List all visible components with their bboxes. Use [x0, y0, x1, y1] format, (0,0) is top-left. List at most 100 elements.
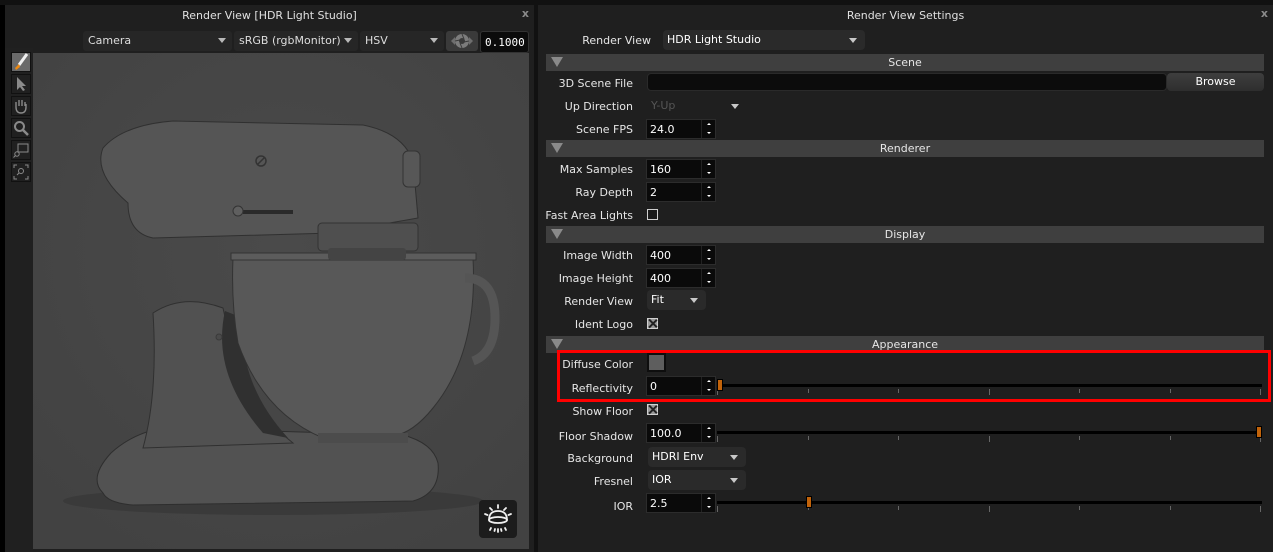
ray-depth-value: 2: [650, 186, 657, 199]
chevron-down-icon: [430, 38, 438, 43]
chevron-down-icon: [849, 38, 857, 43]
chevron-down-icon: [730, 455, 738, 460]
reflectivity-label: Reflectivity: [571, 382, 633, 395]
display-render-view-select[interactable]: Fit: [647, 290, 706, 310]
floor-shadow-value: 100.0: [650, 427, 682, 440]
ior-slider[interactable]: [717, 494, 1262, 514]
max-samples-label: Max Samples: [559, 163, 633, 176]
slider-track[interactable]: [717, 431, 1262, 434]
fresnel-select[interactable]: IOR: [648, 470, 746, 490]
spin-buttons[interactable]: [701, 377, 715, 395]
slider-tick: [1079, 389, 1080, 393]
slider-tick: [898, 436, 899, 440]
slider-tick: [1079, 506, 1080, 510]
spin-buttons[interactable]: [701, 494, 715, 512]
slider-handle[interactable]: [806, 496, 812, 508]
scene-file-input[interactable]: [647, 73, 1167, 91]
section-scene[interactable]: Scene: [546, 54, 1264, 71]
exposure-input[interactable]: 0.1000: [480, 31, 529, 53]
spin-up-icon: [707, 427, 711, 429]
spin-up-icon: [707, 272, 711, 274]
floor-shadow-slider[interactable]: [717, 424, 1262, 444]
spin-down-icon: [707, 436, 711, 438]
section-appearance[interactable]: Appearance: [546, 336, 1264, 353]
color-mode-select[interactable]: HSV: [360, 31, 444, 51]
up-direction-value: Y-Up: [651, 99, 676, 112]
pan-hand-tool[interactable]: [11, 96, 31, 116]
spin-down-icon: [707, 172, 711, 174]
render-view-select[interactable]: HDR Light Studio: [663, 30, 865, 50]
fast-area-lights-label: Fast Area Lights: [545, 209, 633, 222]
section-renderer-title: Renderer: [879, 142, 931, 155]
chevron-down-icon: [690, 298, 698, 303]
select-arrow-tool[interactable]: [11, 74, 31, 94]
ray-depth-spinbox[interactable]: 2: [646, 182, 716, 202]
floor-shadow-spinbox[interactable]: 100.0: [646, 423, 716, 443]
reflectivity-spinbox[interactable]: 0: [646, 376, 716, 396]
show-floor-label: Show Floor: [572, 405, 633, 418]
render-view-label: Render View: [582, 34, 651, 47]
close-settings-button[interactable]: x: [1261, 7, 1268, 20]
spin-buttons[interactable]: [701, 424, 715, 442]
image-height-label: Image Height: [558, 272, 633, 285]
spin-buttons[interactable]: [701, 160, 715, 178]
spin-buttons[interactable]: [701, 246, 715, 264]
diffuse-color-swatch[interactable]: [647, 353, 666, 372]
ray-depth-label: Ray Depth: [575, 186, 633, 199]
render-viewport[interactable]: [33, 53, 529, 549]
spin-up-icon: [707, 497, 711, 499]
spin-down-icon: [707, 281, 711, 283]
slider-tick: [989, 436, 990, 442]
spin-buttons[interactable]: [701, 269, 715, 287]
ident-logo-checkbox[interactable]: [647, 318, 658, 329]
spin-down-icon: [707, 506, 711, 508]
show-floor-checkbox[interactable]: [647, 404, 658, 415]
zoom-region-tool[interactable]: [11, 140, 31, 160]
background-label: Background: [567, 452, 633, 465]
max-samples-spinbox[interactable]: 160: [646, 159, 716, 179]
colorspace-select[interactable]: sRGB (rgbMonitor): [234, 31, 358, 51]
browse-button[interactable]: Browse: [1167, 73, 1264, 91]
slider-handle[interactable]: [1256, 426, 1262, 438]
slider-tick: [989, 389, 990, 395]
exposure-button[interactable]: [446, 31, 478, 51]
brush-icon: [15, 53, 29, 70]
zoom-fit-tool[interactable]: [11, 162, 31, 182]
spin-buttons[interactable]: [701, 183, 715, 201]
image-height-spinbox[interactable]: 400: [646, 268, 716, 288]
section-display-title: Display: [884, 228, 926, 241]
reflectivity-slider[interactable]: [717, 377, 1262, 397]
reflectivity-value: 0: [650, 380, 657, 393]
close-render-view-button[interactable]: x: [522, 7, 529, 20]
tool-palette: [5, 48, 33, 552]
up-direction-select[interactable]: Y-Up: [647, 96, 747, 116]
slider-tick: [808, 389, 809, 393]
scene-fps-spinbox[interactable]: 24.0: [646, 119, 716, 139]
aperture-icon: [451, 33, 473, 49]
fast-area-lights-checkbox[interactable]: [647, 209, 658, 220]
hand-icon: [15, 100, 27, 114]
zoom-tool[interactable]: [11, 118, 31, 138]
section-display[interactable]: Display: [546, 226, 1264, 243]
slider-track[interactable]: [717, 384, 1262, 387]
hdri-environment-icon: [484, 504, 512, 533]
ior-spinbox[interactable]: 2.5: [646, 493, 716, 513]
environment-light-button[interactable]: [479, 500, 517, 538]
spin-up-icon: [707, 186, 711, 188]
background-select[interactable]: HDRI Env: [648, 447, 746, 467]
slider-tick: [1260, 506, 1261, 512]
section-renderer[interactable]: Renderer: [546, 140, 1264, 157]
slider-track[interactable]: [717, 501, 1262, 504]
spin-up-icon: [707, 380, 711, 382]
spin-buttons[interactable]: [701, 120, 715, 138]
chevron-down-icon: [218, 38, 226, 43]
diffuse-color-label: Diffuse Color: [562, 358, 633, 371]
slider-tick: [898, 389, 899, 393]
slider-handle[interactable]: [717, 379, 723, 391]
image-width-spinbox[interactable]: 400: [646, 245, 716, 265]
camera-select[interactable]: Camera: [83, 31, 232, 51]
section-appearance-title: Appearance: [871, 338, 939, 351]
image-height-value: 400: [650, 272, 671, 285]
spin-down-icon: [707, 258, 711, 260]
paint-brush-tool[interactable]: [11, 52, 31, 72]
